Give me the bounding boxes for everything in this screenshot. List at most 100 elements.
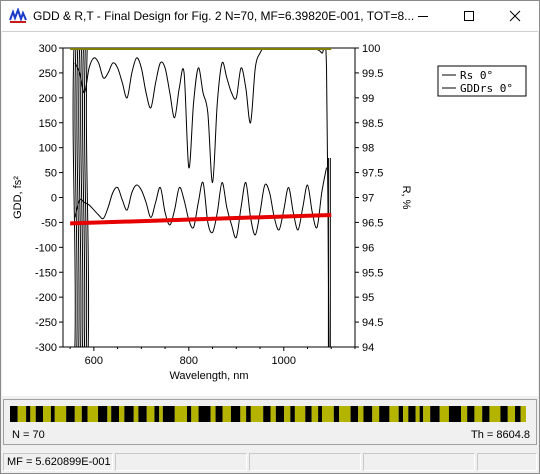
layer-block[interactable]	[111, 406, 119, 422]
layer-block[interactable]	[118, 406, 125, 422]
layer-block[interactable]	[270, 406, 276, 422]
layer-block[interactable]	[500, 406, 508, 422]
layer-block[interactable]	[321, 406, 334, 422]
layer-block[interactable]	[284, 406, 291, 422]
layer-block[interactable]	[154, 406, 160, 422]
layer-block[interactable]	[74, 406, 82, 422]
layer-block[interactable]	[30, 406, 36, 422]
layer-block[interactable]	[415, 406, 420, 422]
layer-block[interactable]	[515, 406, 521, 422]
layer-block[interactable]	[333, 406, 340, 422]
layer-block[interactable]	[54, 406, 67, 422]
status-cell-1	[115, 453, 247, 471]
status-cell-4	[477, 453, 537, 471]
layer-block[interactable]	[389, 406, 399, 422]
layer-block[interactable]	[350, 406, 359, 422]
status-cell-2	[249, 453, 361, 471]
layer-block[interactable]	[294, 406, 306, 422]
right-axis-title: R, %	[400, 186, 412, 210]
layer-block[interactable]	[50, 406, 55, 422]
layer-block[interactable]	[408, 406, 416, 422]
layer-block[interactable]	[43, 406, 51, 422]
layer-block[interactable]	[215, 406, 223, 422]
layer-block[interactable]	[311, 406, 319, 422]
minimize-button[interactable]	[400, 1, 446, 31]
maximize-button[interactable]	[446, 1, 492, 31]
layer-thickness-panel[interactable]: N = 70 Th = 8604.8	[3, 399, 537, 445]
left-tick-label: -250	[35, 317, 57, 329]
layer-thickness-strip[interactable]	[10, 406, 526, 422]
layer-block[interactable]	[162, 406, 175, 422]
layer-block[interactable]	[363, 406, 373, 422]
layer-block[interactable]	[66, 406, 75, 422]
right-tick-label: 99	[362, 93, 374, 105]
layer-block[interactable]	[87, 406, 99, 422]
layer-block[interactable]	[358, 406, 364, 422]
layer-block[interactable]	[17, 406, 27, 422]
layer-block[interactable]	[398, 406, 404, 422]
layer-block[interactable]	[467, 406, 475, 422]
legend-label-gddrs: GDDrs 0°	[460, 82, 513, 95]
layer-block[interactable]	[230, 406, 241, 422]
layer-block[interactable]	[133, 406, 139, 422]
layer-block[interactable]	[430, 406, 440, 422]
app-icon	[9, 8, 27, 24]
left-tick-label: 200	[39, 93, 57, 105]
left-tick-label: 250	[39, 68, 57, 80]
layer-block[interactable]	[474, 406, 483, 422]
close-button[interactable]	[492, 1, 538, 31]
layer-block[interactable]	[81, 406, 88, 422]
layer-block[interactable]	[419, 406, 424, 422]
layer-block[interactable]	[210, 406, 216, 422]
gdd-reflectance-chart[interactable]: 300 250 200 150 100 50 0 -50 -100 -150 -200 -250 -30…	[2, 32, 538, 396]
layer-block[interactable]	[448, 406, 462, 422]
layer-block[interactable]	[26, 406, 31, 422]
layer-block[interactable]	[423, 406, 431, 422]
layer-block[interactable]	[520, 406, 526, 422]
left-tick-label: -200	[35, 292, 57, 304]
layer-block[interactable]	[10, 406, 18, 422]
layer-block[interactable]	[372, 406, 380, 422]
plot-box	[62, 47, 356, 348]
right-tick-label: 98	[362, 143, 374, 155]
layer-block[interactable]	[240, 406, 247, 422]
layer-block[interactable]	[250, 406, 264, 422]
layer-block[interactable]	[482, 406, 490, 422]
layer-block[interactable]	[489, 406, 501, 422]
layer-block[interactable]	[275, 406, 285, 422]
left-tick-label: 50	[45, 168, 57, 180]
layer-block[interactable]	[339, 406, 351, 422]
layer-block[interactable]	[439, 406, 449, 422]
layer-block[interactable]	[174, 406, 188, 422]
layer-block[interactable]	[107, 406, 112, 422]
left-axis-title: GDD, fs²	[12, 176, 24, 219]
layer-block[interactable]	[124, 406, 134, 422]
layer-block[interactable]	[290, 406, 295, 422]
right-tick-label: 94.5	[362, 317, 383, 329]
layer-block[interactable]	[263, 406, 271, 422]
layer-block[interactable]	[35, 406, 44, 422]
layer-count-label: N = 70	[12, 429, 45, 441]
layer-block[interactable]	[461, 406, 468, 422]
layer-block[interactable]	[246, 406, 251, 422]
layer-block[interactable]	[305, 406, 312, 422]
left-tick-label: -100	[35, 242, 57, 254]
layer-block[interactable]	[507, 406, 516, 422]
layer-block[interactable]	[98, 406, 108, 422]
right-tick-label: 97	[362, 193, 374, 205]
layer-block[interactable]	[318, 406, 322, 422]
title-bar[interactable]: GDD & R,T - Final Design for Fig. 2 N=70…	[1, 1, 539, 31]
layer-block[interactable]	[222, 406, 231, 422]
layer-block[interactable]	[159, 406, 163, 422]
plot-area[interactable]: 300 250 200 150 100 50 0 -50 -100 -150 -200 -250 -30…	[2, 31, 538, 396]
layer-block[interactable]	[379, 406, 390, 422]
layer-block[interactable]	[403, 406, 409, 422]
layer-block[interactable]	[187, 406, 192, 422]
layer-block[interactable]	[191, 406, 199, 422]
right-tick-label: 96.5	[362, 217, 383, 229]
layer-block[interactable]	[198, 406, 211, 422]
right-tick-label: 94	[362, 342, 374, 354]
window-title: GDD & R,T - Final Design for Fig. 2 N=70…	[33, 9, 415, 23]
layer-block[interactable]	[146, 406, 155, 422]
layer-block[interactable]	[138, 406, 147, 422]
